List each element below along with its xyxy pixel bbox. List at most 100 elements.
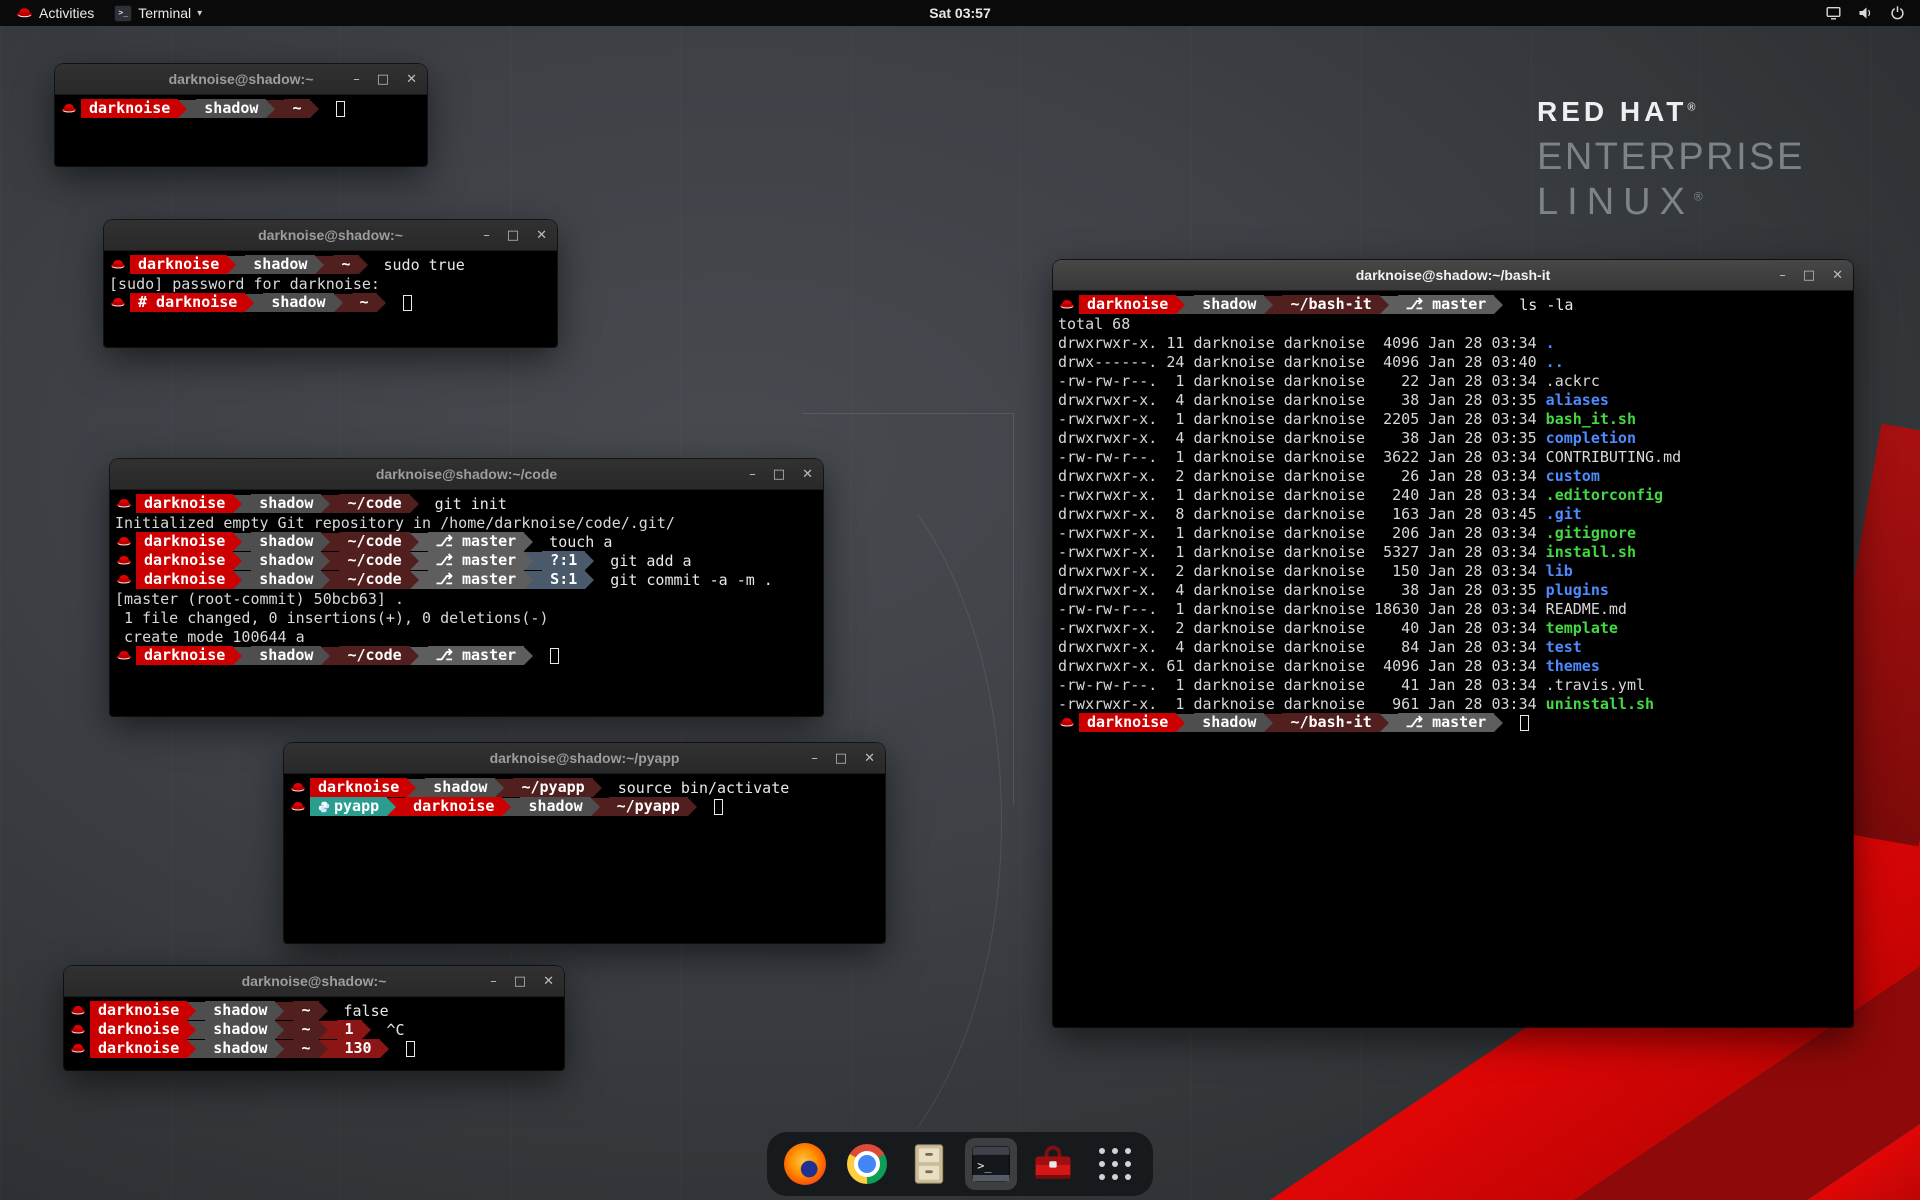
app-menu-label: Terminal [138,5,191,21]
output-text: create mode 100644 a [115,628,305,646]
command-text: ^C [387,1021,405,1039]
terminal-cursor [336,101,345,117]
minimize-button[interactable]: – [490,975,497,988]
output-text: test [1546,638,1582,656]
redhat-icon [16,7,33,19]
terminal-body[interactable]: darknoiseshadow~falsedarknoiseshadow~1^C… [64,997,564,1070]
window-titlebar[interactable]: darknoise@shadow:~/pyapp – □ ✕ [284,743,885,774]
terminal-line: darknoiseshadow~/code⎇ masterS:1git comm… [115,570,818,589]
powerline-arrow-icon [275,1021,293,1039]
prompt-segment-user: darknoise [130,255,227,274]
minimize-button[interactable]: – [483,229,490,242]
powerline-arrow-icon [495,779,513,797]
redhat-icon [115,555,133,566]
dock-firefox[interactable] [779,1138,831,1190]
terminal-line: drwxrwxr-x. 4 darknoise darknoise 38 Jan… [1058,580,1848,599]
terminal-body[interactable]: darknoiseshadow~/bash-it⎇ masterls -lato… [1053,291,1853,1027]
minimize-button[interactable]: – [749,468,756,481]
close-button[interactable]: ✕ [536,229,547,242]
output-text: drwxrwxr-x. 61 darknoise darknoise 4096 … [1058,657,1546,675]
terminal-window[interactable]: darknoise@shadow:~/pyapp – □ ✕ darknoiseshad… [284,743,885,943]
volume-icon [1857,5,1874,21]
minimize-button[interactable]: – [811,752,818,765]
terminal-body[interactable]: darknoiseshadow~ [55,95,427,166]
terminal-line: darknoiseshadow~sudo true [109,255,552,274]
terminal-window[interactable]: darknoise@shadow:~–□✕darknoiseshadow~sud… [104,220,557,347]
window-titlebar[interactable]: darknoise@shadow:~–□✕ [64,966,564,997]
terminal-line: drwxrwxr-x. 61 darknoise darknoise 4096 … [1058,656,1848,675]
clock[interactable]: Sat 03:57 [929,5,990,21]
output-text: Initialized empty Git repository in /hom… [115,514,675,532]
output-text: -rwxrwxr-x. 1 darknoise darknoise 240 Ja… [1058,486,1546,504]
terminal-line: darknoiseshadow~/bash-it⎇ masterls -la [1058,295,1848,314]
prompt-segment-host: shadow [263,293,333,312]
redhat-icon [109,259,127,270]
terminal-window[interactable]: darknoise@shadow:~–□✕darknoiseshadow~fal… [64,966,564,1070]
terminal-line: Initialized empty Git repository in /hom… [115,513,818,532]
activities-button[interactable]: Activities [6,0,104,26]
terminal-window[interactable]: darknoise@shadow:~–□✕darknoiseshadow~ [55,64,427,166]
powerline-arrow-icon [1380,714,1398,732]
output-text: themes [1546,657,1600,675]
minimize-button[interactable]: – [1779,269,1786,282]
powerline-arrow-icon [591,798,609,816]
output-text: custom [1546,467,1600,485]
maximize-button[interactable]: □ [773,468,785,481]
terminal-line: darknoiseshadow~1^C [69,1020,559,1039]
app-menu-terminal[interactable]: >_ Terminal ▾ [104,0,212,26]
terminal-icon: >_ [114,5,132,22]
dock-terminal[interactable]: >_ [965,1138,1017,1190]
dock-toolbox[interactable] [1027,1138,1079,1190]
close-button[interactable]: ✕ [864,752,875,765]
powerline-arrow-icon [319,1040,337,1058]
maximize-button[interactable]: □ [507,229,519,242]
powerline-arrow-icon [410,571,428,589]
powerline-arrow-icon [187,1002,205,1020]
terminal-body[interactable]: darknoiseshadow~/codegit initInitialized… [110,490,823,716]
maximize-button[interactable]: □ [377,73,389,86]
output-text: total 68 [1058,315,1130,333]
dock-files[interactable] [903,1138,955,1190]
terminal-line: darknoiseshadow~ [60,99,422,118]
powerline-arrow-icon [319,1002,337,1020]
output-text: install.sh [1546,543,1636,561]
output-text: lib [1546,562,1573,580]
prompt-segment-path: ~/code [339,646,409,665]
window-titlebar[interactable]: darknoise@shadow:~/code–□✕ [110,459,823,490]
powerline-arrow-icon [321,647,339,665]
dock-chrome[interactable] [841,1138,893,1190]
close-button[interactable]: ✕ [406,73,417,86]
terminal-window[interactable]: darknoise@shadow:~/bash-it–□✕darknoisesh… [1053,260,1853,1027]
powerline-arrow-icon [593,779,611,797]
maximize-button[interactable]: □ [514,975,526,988]
prompt-segment-host: shadow [1194,713,1264,732]
powerline-arrow-icon [321,552,339,570]
powerline-arrow-icon [315,256,333,274]
terminal-body[interactable]: darknoiseshadow~/pyappsource bin/activat… [284,774,885,943]
minimize-button[interactable]: – [353,73,360,86]
terminal-window[interactable]: darknoise@shadow:~/code–□✕darknoiseshado… [110,459,823,716]
window-titlebar[interactable]: darknoise@shadow:~–□✕ [55,64,427,95]
system-menu[interactable] [1825,0,1920,26]
powerline-arrow-icon [233,571,251,589]
powerline-arrow-icon [178,100,196,118]
maximize-button[interactable]: □ [1803,269,1815,282]
terminal-line: drwxrwxr-x. 8 darknoise darknoise 163 Ja… [1058,504,1848,523]
close-button[interactable]: ✕ [543,975,554,988]
window-titlebar[interactable]: darknoise@shadow:~/bash-it–□✕ [1053,260,1853,291]
powerline-arrow-icon [524,571,542,589]
close-button[interactable]: ✕ [802,468,813,481]
powerline-arrow-icon [1176,296,1194,314]
window-titlebar[interactable]: darknoise@shadow:~–□✕ [104,220,557,251]
dock-show-applications[interactable] [1089,1138,1141,1190]
powerline-arrow-icon [524,647,542,665]
maximize-button[interactable]: □ [835,752,847,765]
prompt-segment-host: shadow [251,532,321,551]
window-title: darknoise@shadow:~/pyapp [490,750,680,766]
terminal-line: drwxrwxr-x. 4 darknoise darknoise 38 Jan… [1058,428,1848,447]
close-button[interactable]: ✕ [1832,269,1843,282]
prompt-segment-user: darknoise [1079,295,1176,314]
terminal-body[interactable]: darknoiseshadow~sudo true[sudo] password… [104,251,557,347]
powerline-arrow-icon [275,1040,293,1058]
output-text: drwxrwxr-x. 4 darknoise darknoise 38 Jan… [1058,391,1546,409]
